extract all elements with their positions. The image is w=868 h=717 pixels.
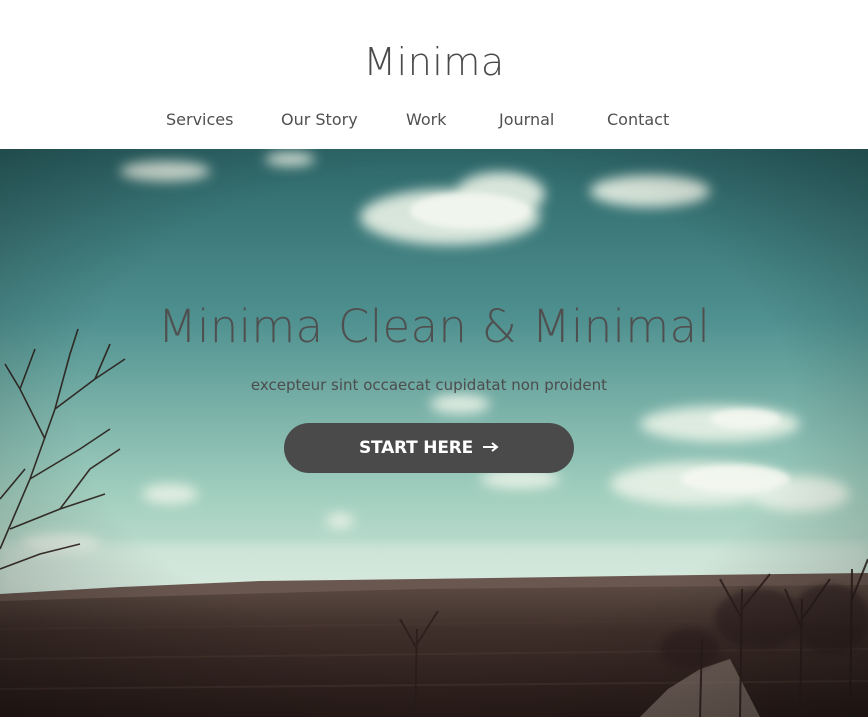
nav-item-services[interactable]: Services — [166, 108, 233, 132]
nav-item-our-story[interactable]: Our Story — [281, 108, 358, 132]
start-here-label: START HERE — [358, 438, 474, 458]
hero-subtitle: excepteur sint occaecat cupidatat non pr… — [250, 376, 608, 394]
nav-item-journal[interactable]: Journal — [499, 108, 554, 132]
hero-title: Minima Clean & Minimal — [157, 300, 711, 353]
main-nav: Services Our Story Work Journal Contact — [0, 108, 868, 134]
hero-section: Minima Clean & Minimal excepteur sint oc… — [0, 149, 868, 717]
nav-item-work[interactable]: Work — [406, 108, 447, 132]
site-header: Minima Services Our Story Work Journal C… — [0, 0, 868, 149]
arrow-right-icon — [483, 439, 499, 457]
nav-item-contact[interactable]: Contact — [607, 108, 669, 132]
start-here-button[interactable]: START HERE — [284, 423, 574, 473]
site-logo[interactable]: Minima — [0, 40, 868, 84]
